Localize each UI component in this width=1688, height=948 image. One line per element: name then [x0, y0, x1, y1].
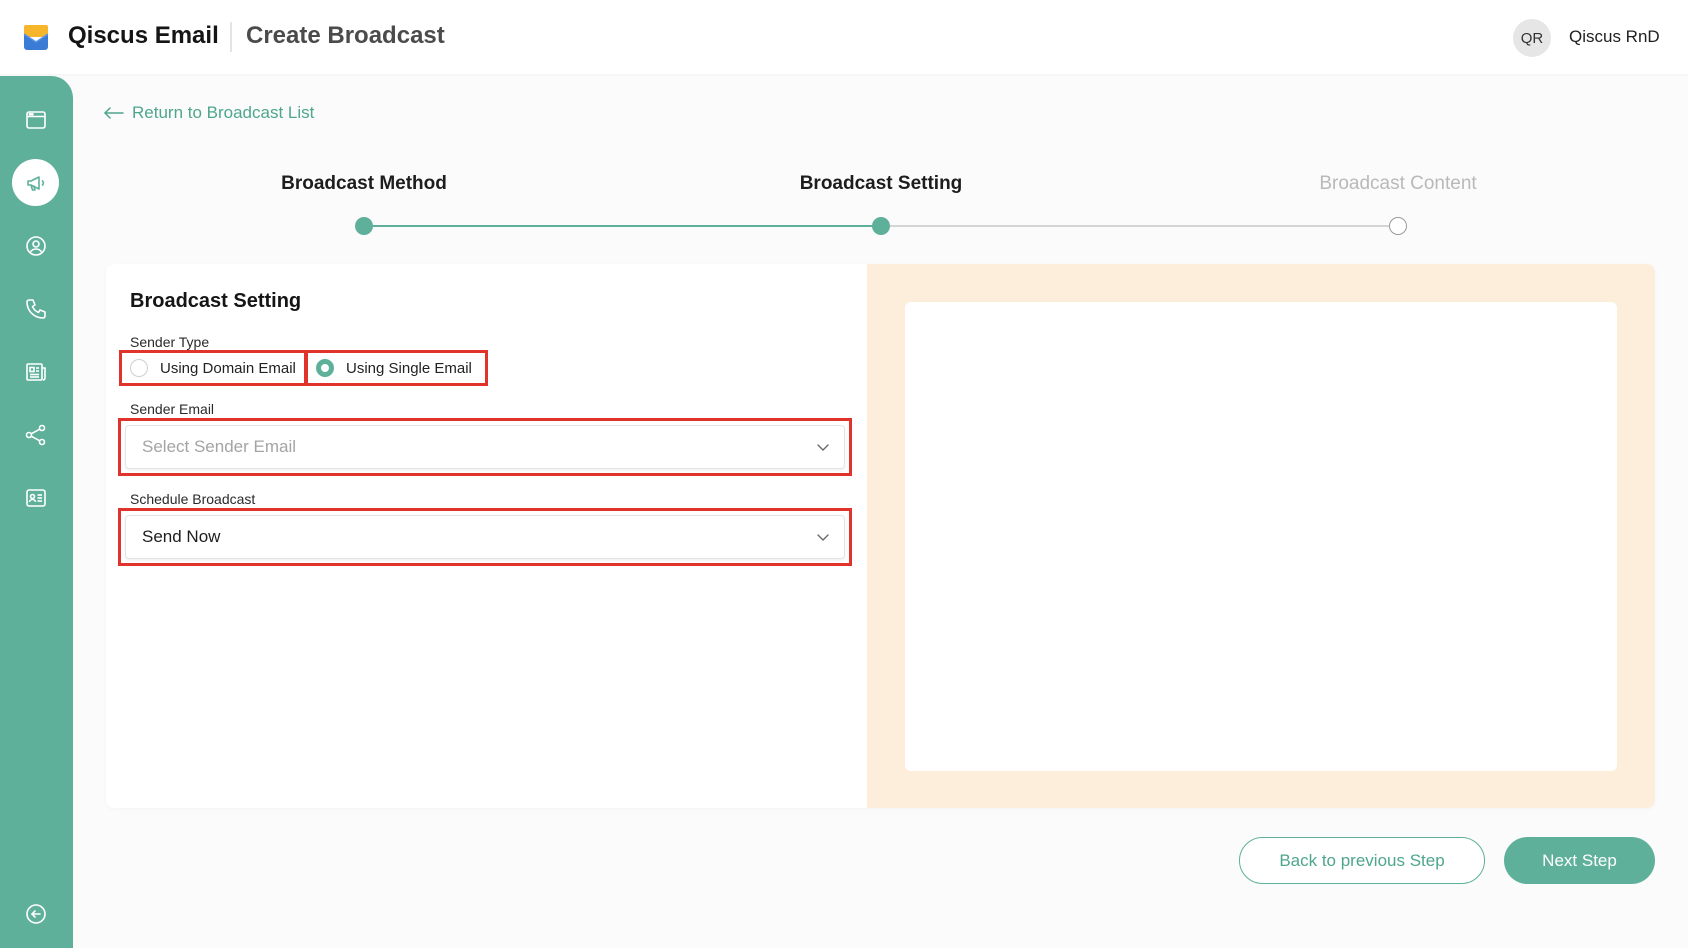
sidebar-item-profile[interactable]	[12, 474, 59, 521]
schedule-label: Schedule Broadcast	[130, 491, 256, 507]
sender-type-label: Sender Type	[130, 334, 210, 350]
step-label-content: Broadcast Content	[1319, 173, 1477, 194]
sender-email-label: Sender Email	[130, 401, 215, 417]
radio-domain-email-circle[interactable]	[130, 359, 148, 377]
section-title: Broadcast Setting	[130, 290, 302, 312]
schedule-highlight: Send Now	[118, 508, 852, 566]
window-icon	[25, 110, 46, 129]
arrow-left-circle-icon	[25, 903, 46, 924]
radio-single-email-circle[interactable]	[316, 359, 334, 377]
step-line-pending	[881, 225, 1398, 227]
return-link-label: Return to Broadcast List	[132, 103, 315, 122]
sidebar-item-calls[interactable]	[12, 285, 59, 332]
back-to-previous-step-button[interactable]: Back to previous Step	[1239, 837, 1485, 884]
sender-email-highlight: Select Sender Email	[118, 418, 852, 476]
sender-email-placeholder: Select Sender Email	[142, 437, 297, 456]
share-nodes-icon	[25, 424, 45, 445]
user-circle-icon	[25, 235, 46, 256]
megaphone-icon	[26, 175, 44, 191]
step-line-complete	[364, 225, 881, 227]
radio-domain-email-label: Using Domain Email	[160, 359, 296, 377]
step-label-setting: Broadcast Setting	[799, 173, 963, 194]
sidebar-item-dashboard[interactable]	[12, 96, 59, 143]
next-step-button[interactable]: Next Step	[1504, 837, 1655, 884]
sidebar	[0, 76, 73, 948]
chevron-down-icon	[817, 534, 829, 541]
step-dot-content	[1389, 217, 1407, 235]
sidebar-item-contacts[interactable]	[12, 222, 59, 269]
step-dot-method	[355, 217, 373, 235]
top-bar: Qiscus Email Create Broadcast QR Qiscus …	[0, 0, 1688, 74]
step-label-method: Broadcast Method	[281, 173, 447, 194]
radio-domain-email[interactable]: Using Domain Email	[119, 350, 307, 386]
return-link[interactable]: Return to Broadcast List	[104, 103, 314, 123]
radio-single-email-label: Using Single Email	[346, 359, 472, 377]
schedule-value: Send Now	[142, 527, 221, 546]
app-brand: Qiscus Email	[68, 22, 219, 49]
sidebar-collapse-button[interactable]	[12, 890, 59, 937]
header-divider	[230, 22, 232, 52]
email-preview-panel	[867, 264, 1655, 808]
step-dot-setting	[872, 217, 890, 235]
sender-email-select[interactable]: Select Sender Email	[125, 425, 845, 469]
chevron-down-icon	[817, 444, 829, 451]
page-title: Create Broadcast	[246, 22, 445, 49]
arrow-left-icon	[104, 107, 124, 119]
newspaper-icon	[25, 362, 46, 381]
email-preview-canvas	[905, 302, 1617, 771]
avatar[interactable]: QR	[1513, 19, 1551, 57]
schedule-select[interactable]: Send Now	[125, 515, 845, 559]
contact-card-icon	[25, 488, 46, 507]
email-logo-icon	[23, 25, 49, 50]
phone-icon	[25, 298, 46, 319]
user-name[interactable]: Qiscus RnD	[1569, 27, 1660, 47]
broadcast-setting-card: Broadcast Setting Sender Type Using Doma…	[106, 264, 1655, 808]
sidebar-item-templates[interactable]	[12, 348, 59, 395]
radio-single-email[interactable]: Using Single Email	[305, 350, 488, 386]
sidebar-item-broadcast[interactable]	[12, 159, 59, 206]
sidebar-item-integrations[interactable]	[12, 411, 59, 458]
